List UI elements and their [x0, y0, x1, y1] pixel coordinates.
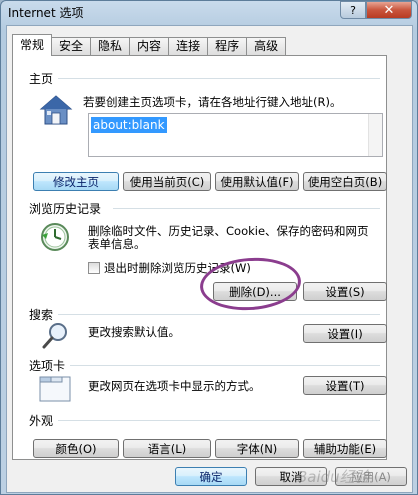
tab-advanced[interactable]: 高级 — [246, 37, 287, 56]
ok-button[interactable]: 确定 — [175, 467, 247, 486]
search-group-divider — [58, 314, 380, 315]
home-description: 若要创建主页选项卡，请在各地址行键入地址(R)。 — [83, 95, 342, 109]
history-group-divider — [113, 208, 380, 209]
window-title: Internet 选项 — [8, 6, 84, 20]
history-clock-icon — [41, 223, 69, 251]
home-url-text: about:blank — [91, 117, 167, 133]
search-magnifier-icon — [42, 323, 67, 349]
tab-strip: 常规 安全 隐私 内容 连接 程序 高级 — [12, 34, 287, 56]
internet-options-window: Internet 选项 ? ✕ 常规 安全 隐私 内容 连接 程序 高级 主页 … — [0, 0, 418, 495]
use-default-button[interactable]: 使用默认值(F) — [215, 172, 299, 191]
tabs-description: 更改网页在选项卡中显示的方式。 — [88, 379, 261, 393]
appearance-group-label: 外观 — [29, 414, 54, 428]
history-settings-button[interactable]: 设置(S) — [303, 282, 387, 301]
tab-general[interactable]: 常规 — [12, 34, 53, 56]
tab-programs[interactable]: 程序 — [207, 37, 248, 56]
watermark-text: Baidu经验 — [297, 468, 370, 486]
delete-on-exit-checkbox[interactable] — [88, 262, 100, 274]
general-tab-panel: 主页 若要创建主页选项卡，请在各地址行键入地址(R)。 about:blank … — [12, 55, 387, 460]
close-button[interactable]: ✕ — [366, 1, 412, 19]
search-settings-button[interactable]: 设置(I) — [303, 324, 387, 343]
tab-security[interactable]: 安全 — [51, 37, 92, 56]
languages-button[interactable]: 语言(L) — [123, 439, 211, 458]
tabs-group-divider — [70, 365, 380, 366]
accessibility-button[interactable]: 辅助功能(E) — [303, 439, 387, 458]
tab-connections[interactable]: 连接 — [168, 37, 209, 56]
use-blank-button[interactable]: 使用空白页(B) — [303, 172, 387, 191]
tabs-settings-button[interactable]: 设置(T) — [303, 376, 387, 395]
home-url-textarea[interactable]: about:blank — [88, 113, 383, 157]
home-group-label: 主页 — [29, 72, 54, 86]
history-group-label: 浏览历史记录 — [29, 202, 102, 216]
home-url-scrollbar[interactable] — [368, 114, 382, 156]
tab-content[interactable]: 内容 — [129, 37, 170, 56]
tabs-group-label: 选项卡 — [29, 359, 66, 373]
colors-button[interactable]: 颜色(O) — [33, 439, 119, 458]
home-group-divider — [58, 78, 380, 79]
modify-home-button[interactable]: 修改主页 — [33, 172, 119, 191]
use-current-button[interactable]: 使用当前页(C) — [123, 172, 211, 191]
home-icon — [39, 95, 73, 125]
dialog-client: 常规 安全 隐私 内容 连接 程序 高级 主页 若要创建主页选项卡，请在各地址行… — [6, 25, 413, 493]
help-button[interactable]: ? — [340, 1, 366, 19]
tab-privacy[interactable]: 隐私 — [90, 37, 131, 56]
history-description-line2: 表单信息。 — [88, 237, 146, 251]
search-description: 更改搜索默认值。 — [88, 325, 180, 339]
fonts-button[interactable]: 字体(N) — [215, 439, 299, 458]
appearance-group-divider — [58, 420, 380, 421]
tabbed-window-icon — [39, 376, 71, 402]
